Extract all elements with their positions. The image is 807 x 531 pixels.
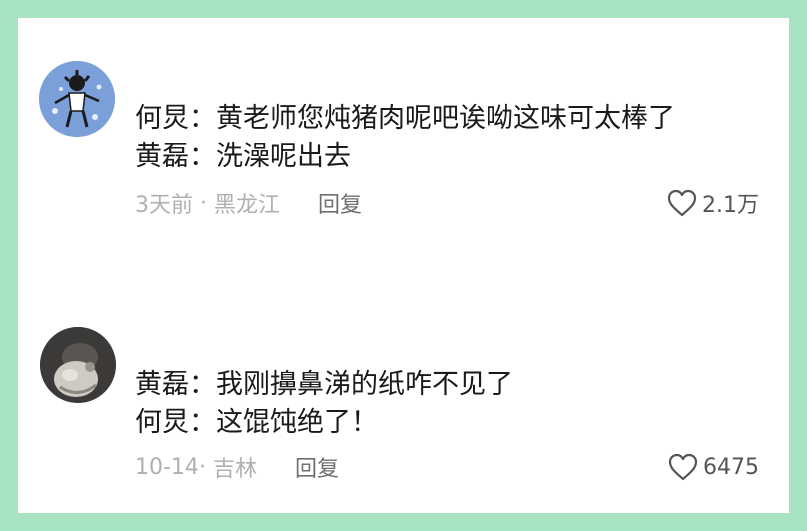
comment-meta: 10-14 · 吉林 回复 6475 [135,450,759,484]
comment-line: 何炅：这馄饨绝了！ [135,407,378,438]
meta-separator: · [198,454,213,480]
avatar-photo [40,327,116,403]
comment-line: 何炅：黄老师您炖猪肉呢吧诶呦这味可太棒了 [135,103,675,134]
comment-line: 黄磊：我刚擤鼻涕的纸咋不见了 [135,369,513,400]
reply-button[interactable]: 回复 [295,451,339,483]
like-count: 6475 [703,454,759,480]
avatar[interactable] [39,61,115,137]
comment-time: 10-14 [135,454,199,480]
like-button[interactable]: 2.1万 [666,186,759,220]
comment-item: 何炅：黄老师您炖猪肉呢吧诶呦这味可太棒了 黄磊：洗澡呢出去 3天前 · 黑龙江 … [18,18,789,258]
comment-card: 何炅：黄老师您炖猪肉呢吧诶呦这味可太棒了 黄磊：洗澡呢出去 3天前 · 黑龙江 … [18,18,789,513]
meta-separator: · [193,190,214,216]
heart-outline-icon [667,189,697,217]
avatar-illustration [39,61,115,137]
comment-text: 何炅：黄老师您炖猪肉呢吧诶呦这味可太棒了 黄磊：洗澡呢出去 [135,100,769,176]
like-button[interactable]: 6475 [667,450,759,484]
reply-button[interactable]: 回复 [318,187,362,219]
comment-location: 吉林 [212,457,257,482]
heart-outline-icon [668,453,698,481]
avatar[interactable] [40,327,116,403]
comment-line: 黄磊：洗澡呢出去 [135,141,351,172]
comment-meta: 3天前 · 黑龙江 回复 2.1万 [135,186,759,220]
like-count: 2.1万 [702,193,759,218]
comment-text: 黄磊：我刚擤鼻涕的纸咋不见了 何炅：这馄饨绝了！ [135,366,769,442]
comment-location: 黑龙江 [213,193,280,218]
comment-time: 3天前 [135,193,193,218]
comment-item: 黄磊：我刚擤鼻涕的纸咋不见了 何炅：这馄饨绝了！ 10-14 · 吉林 回复 6… [18,318,789,513]
